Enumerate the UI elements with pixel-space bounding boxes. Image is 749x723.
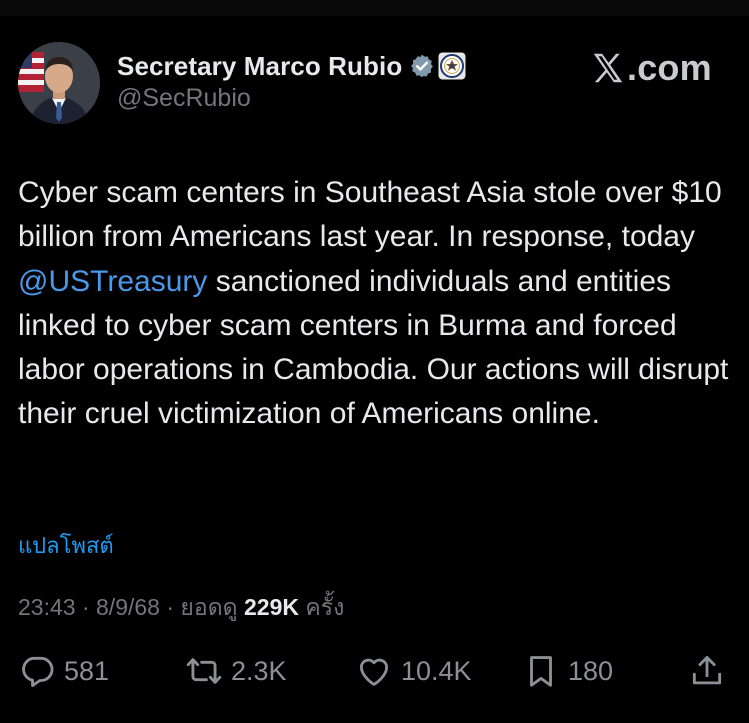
reply-icon bbox=[18, 652, 56, 690]
post-date[interactable]: 8/9/68 bbox=[96, 594, 160, 620]
department-of-state-seal-icon[interactable] bbox=[438, 52, 466, 80]
author-handle[interactable]: @SecRubio bbox=[117, 84, 251, 113]
post-text-part-1: Cyber scam centers in Southeast Asia sto… bbox=[18, 176, 722, 254]
brand-logo: .com bbox=[590, 46, 712, 90]
post-meta: 23:43 · 8/9/68 · ยอดดู 229K ครั้ง bbox=[18, 590, 344, 626]
share-icon bbox=[688, 652, 726, 690]
avatar-photo-icon bbox=[18, 42, 100, 124]
views-count[interactable]: 229K bbox=[244, 594, 299, 620]
bookmark-count: 180 bbox=[568, 655, 614, 686]
post-text: Cyber scam centers in Southeast Asia sto… bbox=[18, 171, 733, 437]
views-suffix: ครั้ง bbox=[298, 594, 345, 620]
author-display-name[interactable]: Secretary Marco Rubio bbox=[117, 51, 402, 82]
tweet-card: Secretary Marco Rubio @SecRubio .com Cyb… bbox=[0, 0, 749, 723]
reply-count: 581 bbox=[64, 655, 110, 686]
top-edge bbox=[0, 0, 749, 16]
meta-separator: · bbox=[75, 594, 97, 620]
brand-domain-text: .com bbox=[627, 47, 712, 88]
share-button[interactable] bbox=[688, 646, 726, 696]
reply-button[interactable]: 581 bbox=[18, 646, 109, 696]
repost-count: 2.3K bbox=[231, 655, 287, 686]
bookmark-icon bbox=[522, 652, 560, 690]
meta-separator: · bbox=[159, 594, 181, 620]
action-bar: 581 2.3K 10.4K 180 bbox=[0, 646, 749, 696]
mention-link[interactable]: @USTreasury bbox=[18, 265, 207, 298]
translate-post-link[interactable]: แปลโพสต์ bbox=[18, 528, 114, 563]
heart-icon bbox=[355, 652, 393, 690]
views-label: ยอดดู bbox=[180, 594, 244, 620]
author-name-row[interactable]: Secretary Marco Rubio bbox=[117, 49, 466, 83]
post-time[interactable]: 23:43 bbox=[18, 594, 76, 620]
repost-icon bbox=[185, 652, 223, 690]
like-count: 10.4K bbox=[401, 655, 472, 686]
repost-button[interactable]: 2.3K bbox=[185, 646, 287, 696]
x-logo-icon bbox=[590, 50, 626, 86]
bookmark-button[interactable]: 180 bbox=[522, 646, 613, 696]
avatar[interactable] bbox=[18, 42, 100, 124]
verified-badge-icon[interactable] bbox=[409, 53, 435, 79]
like-button[interactable]: 10.4K bbox=[355, 646, 472, 696]
